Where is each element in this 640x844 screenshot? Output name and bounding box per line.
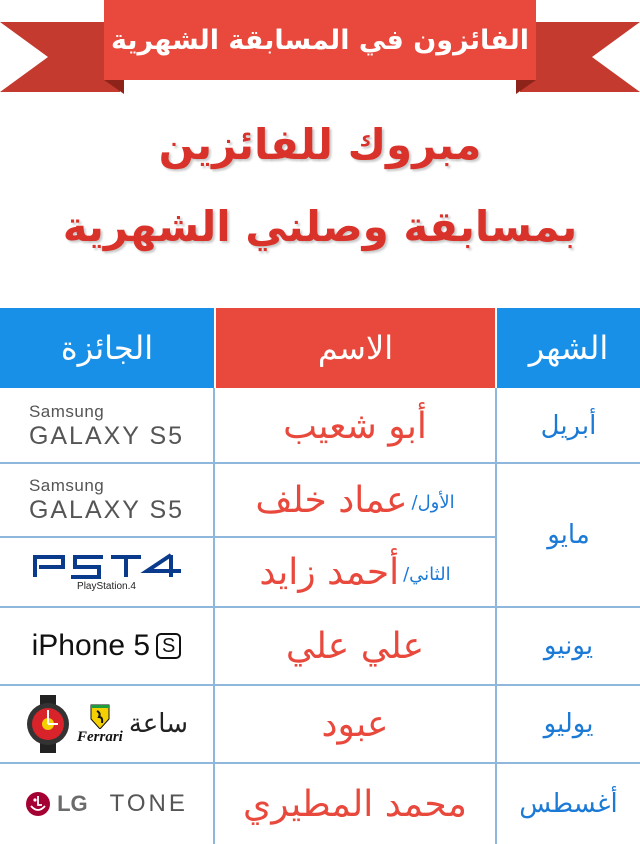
winner-entry: الثاني/ أحمد زايد	[259, 552, 450, 593]
winner-name: عبود	[321, 703, 389, 745]
prize-label: PlayStation.4	[77, 580, 136, 592]
ferrari-shield-icon	[90, 704, 110, 729]
winner-name: أحمد زايد	[259, 551, 400, 593]
winner-rank: الأول/	[411, 491, 455, 513]
headline-line-1: مبروك للفائزين	[158, 120, 482, 169]
month-cell: يوليو	[497, 686, 640, 762]
lg-tone-prize: LG TONE	[25, 790, 188, 818]
winner-entry: الأول/ عماد خلف	[255, 480, 454, 521]
prize-cell: Ferrari ساعة	[0, 686, 213, 762]
ribbon-tail-left	[0, 22, 120, 92]
month-cell: أغسطس	[497, 764, 640, 844]
ps4-wordmark-icon	[32, 552, 181, 579]
month-cell: أبريل	[497, 390, 640, 462]
title-ribbon: الفائزون في المسابقة الشهرية	[0, 0, 640, 110]
ps4-logo: PlayStation.4	[31, 552, 183, 592]
prize-brand: LG	[57, 791, 88, 816]
prize-text: iPhone 5	[31, 629, 151, 662]
ferrari-logo: Ferrari	[77, 703, 123, 746]
samsung-galaxy-s5-logo: Samsung GALAXY S5	[29, 476, 184, 525]
prize-model: GALAXY S5	[28, 495, 185, 524]
month-cell: يونيو	[497, 608, 640, 684]
prize-model: TONE	[109, 790, 188, 817]
prize-cell: LG TONE	[0, 764, 213, 844]
lg-face-icon	[26, 792, 51, 816]
iphone-5s-logo: iPhone 5 S	[32, 629, 182, 663]
name-cell: أبو شعيب	[215, 390, 495, 462]
prize-cell: Samsung GALAXY S5	[0, 464, 213, 536]
month-text: مايو	[547, 520, 590, 550]
prize-label: ساعة	[128, 709, 188, 739]
table-header: الجائزة الاسم الشهر	[0, 308, 640, 388]
prize-suffix: S	[156, 633, 182, 659]
watch-icon	[26, 695, 69, 753]
month-cell: مايو	[497, 464, 640, 606]
winners-table: الجائزة الاسم الشهر أبريل مايو يونيو يول…	[0, 308, 640, 844]
name-cell: الأول/ عماد خلف	[215, 464, 495, 536]
header-month: الشهر	[497, 308, 640, 388]
prize-brand: Samsung	[28, 475, 105, 495]
month-text: أغسطس	[519, 789, 618, 819]
prize-cell: iPhone 5 S	[0, 608, 213, 684]
month-text: يوليو	[543, 709, 594, 739]
winner-name: علي علي	[285, 625, 425, 667]
winner-name: محمد المطيري	[243, 783, 467, 825]
prize-model: GALAXY S5	[28, 421, 185, 450]
ribbon-tail-right	[520, 22, 640, 92]
winner-rank: الثاني/	[403, 563, 451, 585]
name-cell: الثاني/ أحمد زايد	[215, 538, 495, 606]
headline-line-2: بمسابقة وصلني الشهرية	[62, 202, 578, 251]
prize-brand: Samsung	[28, 401, 105, 421]
header-prize: الجائزة	[0, 308, 214, 388]
month-text: أبريل	[540, 411, 597, 441]
name-cell: عبود	[215, 686, 495, 762]
ferrari-watch-prize: Ferrari ساعة	[25, 695, 188, 753]
prize-cell: Samsung GALAXY S5	[0, 390, 213, 462]
winner-name: عماد خلف	[255, 479, 408, 521]
name-cell: محمد المطيري	[215, 764, 495, 844]
banner-title: الفائزون في المسابقة الشهرية	[111, 24, 529, 56]
samsung-galaxy-s5-logo: Samsung GALAXY S5	[29, 402, 184, 451]
header-name: الاسم	[214, 308, 497, 388]
winner-name: أبو شعيب	[283, 405, 427, 447]
name-cell: علي علي	[215, 608, 495, 684]
ribbon-banner: الفائزون في المسابقة الشهرية	[104, 0, 536, 80]
lg-logo: LG	[25, 791, 88, 817]
prize-cell: PlayStation.4	[0, 538, 213, 606]
prize-brand: Ferrari	[76, 728, 123, 745]
month-text: يونيو	[543, 631, 594, 661]
